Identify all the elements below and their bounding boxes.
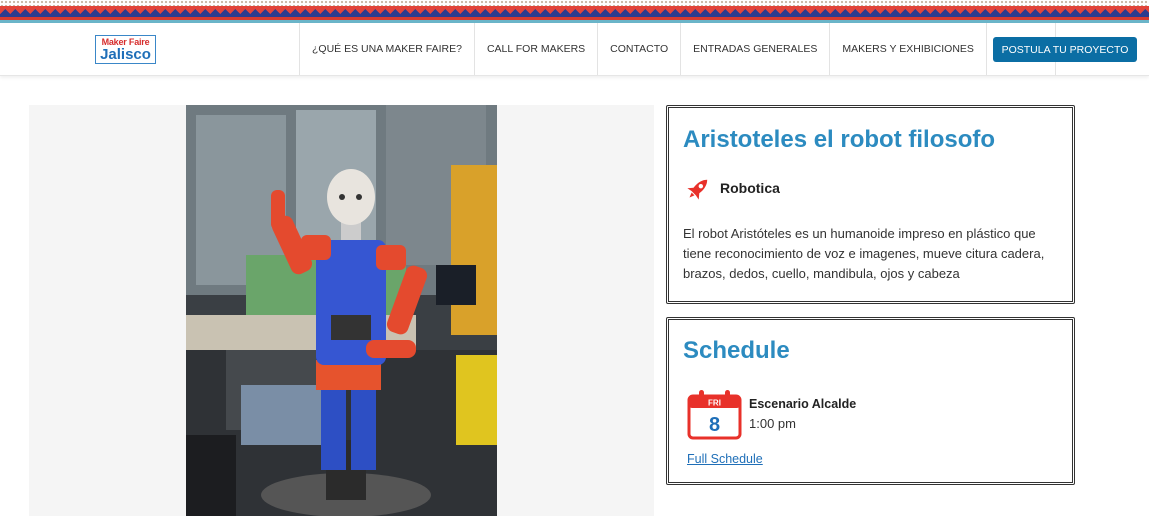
project-image-panel <box>29 105 654 516</box>
site-logo[interactable]: Maker Faire Jalisco <box>95 35 156 64</box>
full-schedule-link[interactable]: Full Schedule <box>687 452 763 466</box>
main-nav: ¿QUÉ ES UNA MAKER FAIRE? CALL FOR MAKERS… <box>299 23 1057 75</box>
calendar-icon: FRI 8 <box>687 389 742 440</box>
schedule-card: Schedule FRI 8 Escenario Alcalde 1:00 pm… <box>666 317 1075 485</box>
nav-item-call-for-makers[interactable]: CALL FOR MAKERS <box>473 23 597 75</box>
category-label: Robotica <box>720 180 780 196</box>
project-info-card: Aristoteles el robot filosofo Robotica E… <box>666 105 1075 304</box>
project-description: El robot Aristóteles es un humanoide imp… <box>683 226 1045 281</box>
schedule-venue: Escenario Alcalde <box>749 397 857 411</box>
schedule-title: Schedule <box>683 337 790 364</box>
calendar-day-number: 8 <box>709 414 720 436</box>
calendar-day-abbrev: FRI <box>708 399 721 408</box>
nav-item-makers[interactable]: MAKERS Y EXHIBICIONES <box>829 23 986 75</box>
rocket-icon <box>684 175 712 203</box>
project-photo <box>186 105 497 516</box>
nav-item-que-es[interactable]: ¿QUÉ ES UNA MAKER FAIRE? <box>299 23 474 75</box>
decorative-header-band <box>0 0 1149 23</box>
logo-line-2: Jalisco <box>100 46 151 63</box>
site-header: Maker Faire Jalisco ¿QUÉ ES UNA MAKER FA… <box>0 23 1149 76</box>
band-triangle-pattern <box>0 6 1149 17</box>
nav-item-contacto[interactable]: CONTACTO <box>597 23 680 75</box>
postula-button[interactable]: POSTULA TU PROYECTO <box>993 37 1137 62</box>
nav-item-entradas[interactable]: ENTRADAS GENERALES <box>680 23 829 75</box>
project-title: Aristoteles el robot filosofo <box>683 126 996 153</box>
schedule-time: 1:00 pm <box>749 416 796 431</box>
